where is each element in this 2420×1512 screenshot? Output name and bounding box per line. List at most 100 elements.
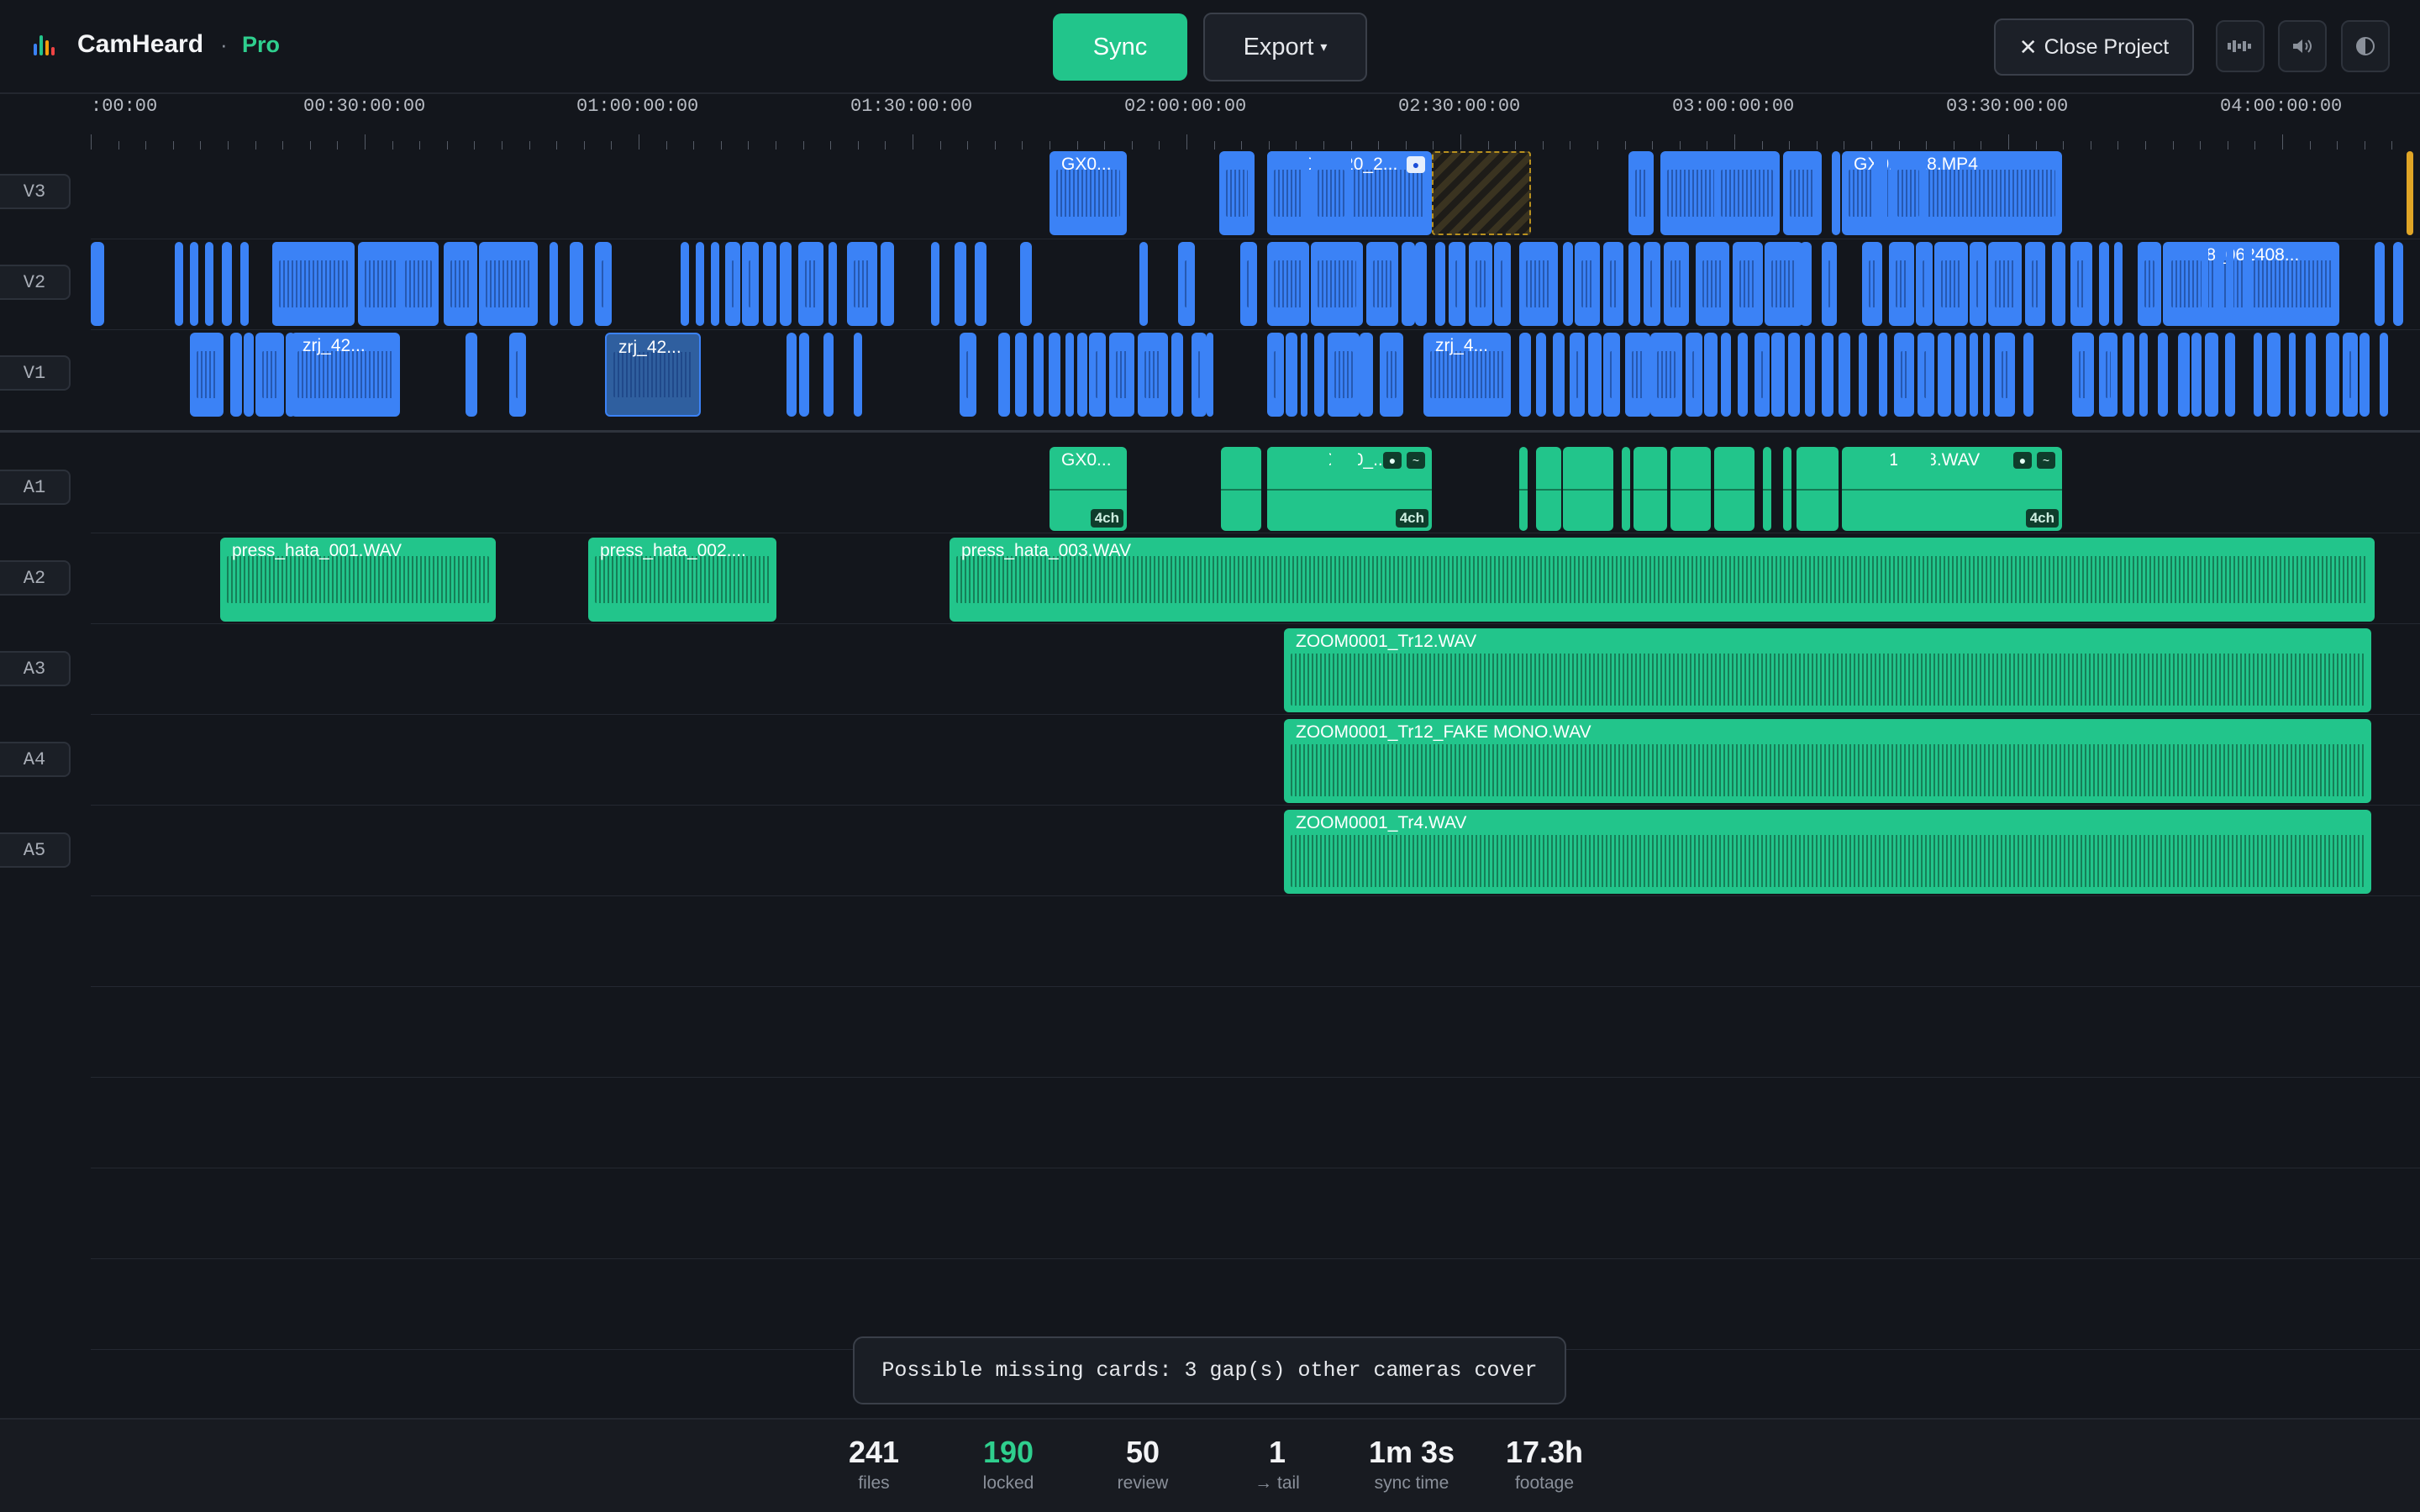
- clip-v2[interactable]: [829, 242, 837, 326]
- clip-v1[interactable]: [1536, 333, 1546, 417]
- clip-v1[interactable]: [2306, 333, 2316, 417]
- clip-v1[interactable]: [1207, 333, 1213, 417]
- clip-v2[interactable]: [711, 242, 719, 326]
- clip-v2[interactable]: [681, 242, 689, 326]
- clip-v2[interactable]: [2165, 242, 2208, 326]
- clip-v2[interactable]: [1765, 242, 1803, 326]
- clip-a1[interactable]: [1670, 447, 1711, 531]
- clip-v2[interactable]: [1916, 242, 1933, 326]
- clip-v1[interactable]: [2191, 333, 2202, 417]
- clip-v1[interactable]: [1704, 333, 1718, 417]
- clip-v1[interactable]: [286, 333, 296, 417]
- clip-v2[interactable]: [91, 242, 104, 326]
- clip-v2[interactable]: [272, 242, 355, 326]
- clip-v1[interactable]: [2254, 333, 2262, 417]
- track-label-a5[interactable]: A5: [0, 832, 71, 868]
- clip-v1[interactable]: [1839, 333, 1850, 417]
- clip-v2[interactable]: [2393, 242, 2403, 326]
- clip-v1[interactable]: [1954, 333, 1966, 417]
- clip-v2[interactable]: [725, 242, 740, 326]
- clip-v2[interactable]: [1644, 242, 1660, 326]
- clip-v3[interactable]: [1714, 151, 1780, 235]
- clip-v2[interactable]: [175, 242, 183, 326]
- clip-v1[interactable]: [2360, 333, 2370, 417]
- clip-a1[interactable]: [1634, 447, 1667, 531]
- clip-v1[interactable]: [2343, 333, 2358, 417]
- clip-v2[interactable]: [550, 242, 558, 326]
- clip-v2[interactable]: [1311, 242, 1363, 326]
- clip-v1[interactable]: [1077, 333, 1087, 417]
- clip-a2-press-hata-001[interactable]: press_hata_001.WAV: [220, 538, 496, 622]
- track-label-v2[interactable]: V2: [0, 265, 71, 300]
- clip-v1[interactable]: [1171, 333, 1183, 417]
- clip-v1[interactable]: [1822, 333, 1833, 417]
- waveform-view-button[interactable]: [2216, 20, 2265, 72]
- clip-v2[interactable]: [1435, 242, 1445, 326]
- clip-v1[interactable]: [799, 333, 809, 417]
- clip-v1[interactable]: [1089, 333, 1106, 417]
- clip-v3[interactable]: [1891, 151, 1926, 235]
- clip-a1[interactable]: [1879, 447, 1891, 531]
- clip-v2[interactable]: [1366, 242, 1398, 326]
- clip-v2[interactable]: [2070, 242, 2092, 326]
- clip-a1[interactable]: [1536, 447, 1561, 531]
- clip-v2[interactable]: [1449, 242, 1465, 326]
- clip-v2[interactable]: [1822, 242, 1837, 326]
- clip-v1[interactable]: [1894, 333, 1914, 417]
- clip-v2[interactable]: [1603, 242, 1623, 326]
- clip-v1[interactable]: [466, 333, 477, 417]
- clip-v1[interactable]: [1049, 333, 1060, 417]
- clip-v1[interactable]: [2178, 333, 2190, 417]
- clip-v2[interactable]: [222, 242, 232, 326]
- timeline-ruler[interactable]: :00:00 00:30:00:00 01:00:00:00 01:30:00:…: [91, 94, 2420, 150]
- clip-v1[interactable]: [998, 333, 1010, 417]
- clip-v2[interactable]: [595, 242, 612, 326]
- close-project-button[interactable]: ✕ Close Project: [1994, 18, 2194, 76]
- clip-v2[interactable]: [975, 242, 986, 326]
- clip-a3-zoom-tr12[interactable]: ZOOM0001_Tr12.WAV: [1284, 628, 2371, 712]
- clip-v2[interactable]: [2025, 242, 2045, 326]
- clip-v1[interactable]: [2072, 333, 2094, 417]
- clip-v2[interactable]: [763, 242, 776, 326]
- clip-v3[interactable]: [1311, 151, 1351, 235]
- clip-a1[interactable]: [1563, 447, 1613, 531]
- clip-v1-zrj-1[interactable]: zrj_42...: [291, 333, 400, 417]
- clip-v2[interactable]: [1415, 242, 1427, 326]
- clip-v1[interactable]: [1721, 333, 1731, 417]
- clip-a1-gx0[interactable]: GX0... 4ch: [1050, 447, 1127, 531]
- clip-v2[interactable]: [1988, 242, 2022, 326]
- clip-v1[interactable]: [1918, 333, 1934, 417]
- clip-v2[interactable]: [1970, 242, 1986, 326]
- clip-v1-zrj-3[interactable]: zrj_4...: [1423, 333, 1511, 417]
- clip-v2[interactable]: [1494, 242, 1511, 326]
- clip-v2[interactable]: [2114, 242, 2123, 326]
- clip-v1[interactable]: [1553, 333, 1565, 417]
- clip-v1[interactable]: [1588, 333, 1602, 417]
- clip-v1[interactable]: [2380, 333, 2388, 417]
- missing-card-gap[interactable]: [1432, 151, 1531, 235]
- clip-v1[interactable]: [2023, 333, 2033, 417]
- clip-a1[interactable]: [1797, 447, 1839, 531]
- clip-v3[interactable]: [1874, 151, 1887, 235]
- clip-v2[interactable]: [1139, 242, 1148, 326]
- clip-v1[interactable]: [1879, 333, 1887, 417]
- clip-v1[interactable]: [2099, 333, 2118, 417]
- clip-v1[interactable]: [255, 333, 284, 417]
- clip-a1[interactable]: [1221, 447, 1261, 531]
- clip-v1[interactable]: [1301, 333, 1307, 417]
- clip-v1[interactable]: [2139, 333, 2148, 417]
- clip-a1[interactable]: [1519, 447, 1528, 531]
- clip-v1[interactable]: [2123, 333, 2134, 417]
- clip-v2[interactable]: [2052, 242, 2065, 326]
- clip-v2[interactable]: [1575, 242, 1600, 326]
- clip-v2[interactable]: [847, 242, 877, 326]
- clip-v2[interactable]: [780, 242, 792, 326]
- clip-v1[interactable]: [960, 333, 976, 417]
- clip-v2[interactable]: [1862, 242, 1882, 326]
- clip-v1-zrj-2[interactable]: zrj_42...: [605, 333, 701, 417]
- track-label-a2[interactable]: A2: [0, 560, 71, 596]
- clip-a1[interactable]: [1714, 447, 1754, 531]
- clip-v2[interactable]: [1628, 242, 1640, 326]
- clip-v2[interactable]: [190, 242, 198, 326]
- clip-v1[interactable]: [2326, 333, 2339, 417]
